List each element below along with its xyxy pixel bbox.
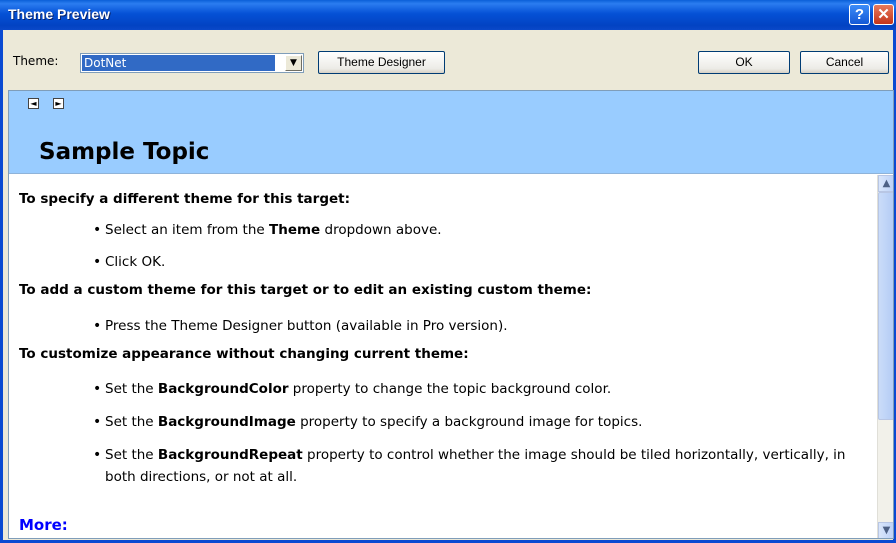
scroll-down-icon[interactable]: ▼	[878, 522, 893, 538]
next-topic-icon[interactable]: ►	[53, 98, 64, 109]
bullet-icon: •	[93, 447, 102, 463]
list-item: Set the BackgroundRepeat property to con…	[105, 447, 846, 485]
dropdown-arrow-icon[interactable]: ▼	[285, 55, 302, 71]
section-heading: To specify a different theme for this ta…	[19, 191, 350, 207]
topic-banner: ◄ ► Sample Topic	[9, 91, 893, 174]
more-link[interactable]: More:	[19, 516, 68, 534]
theme-label: Theme:	[13, 54, 59, 68]
list-item: Click OK.	[105, 254, 166, 270]
bullet-icon: •	[93, 254, 102, 270]
theme-dropdown[interactable]: DotNet ▼	[80, 53, 304, 73]
previous-topic-icon[interactable]: ◄	[28, 98, 39, 109]
list-item: Select an item from the Theme dropdown a…	[105, 222, 442, 238]
topic-title: Sample Topic	[39, 139, 210, 165]
theme-dropdown-value: DotNet	[82, 55, 275, 71]
bullet-icon: •	[93, 381, 102, 397]
vertical-scrollbar[interactable]: ▲ ▼	[877, 175, 893, 538]
list-item: Set the BackgroundColor property to chan…	[105, 381, 612, 397]
bullet-icon: •	[93, 318, 102, 334]
section-heading: To customize appearance without changing…	[19, 346, 469, 362]
help-button[interactable]: ?	[849, 4, 870, 25]
cancel-button[interactable]: Cancel	[800, 51, 889, 74]
bullet-icon: •	[93, 414, 102, 430]
bullet-icon: •	[93, 222, 102, 238]
section-heading: To add a custom theme for this target or…	[19, 282, 592, 298]
close-icon: ✕	[877, 6, 890, 23]
theme-designer-button[interactable]: Theme Designer	[318, 51, 445, 74]
scroll-thumb[interactable]	[878, 192, 893, 420]
window-title: Theme Preview	[8, 6, 110, 22]
topic-body: To specify a different theme for this ta…	[9, 175, 871, 538]
help-icon: ?	[854, 6, 865, 23]
close-button[interactable]: ✕	[873, 4, 894, 25]
scroll-up-icon[interactable]: ▲	[878, 175, 893, 192]
topic-preview-pane: ◄ ► Sample Topic To specify a different …	[8, 90, 894, 539]
title-bar: Theme Preview ? ✕	[0, 0, 896, 30]
ok-button[interactable]: OK	[698, 51, 790, 74]
list-item: Set the BackgroundImage property to spec…	[105, 414, 643, 430]
list-item: Press the Theme Designer button (availab…	[105, 318, 508, 334]
